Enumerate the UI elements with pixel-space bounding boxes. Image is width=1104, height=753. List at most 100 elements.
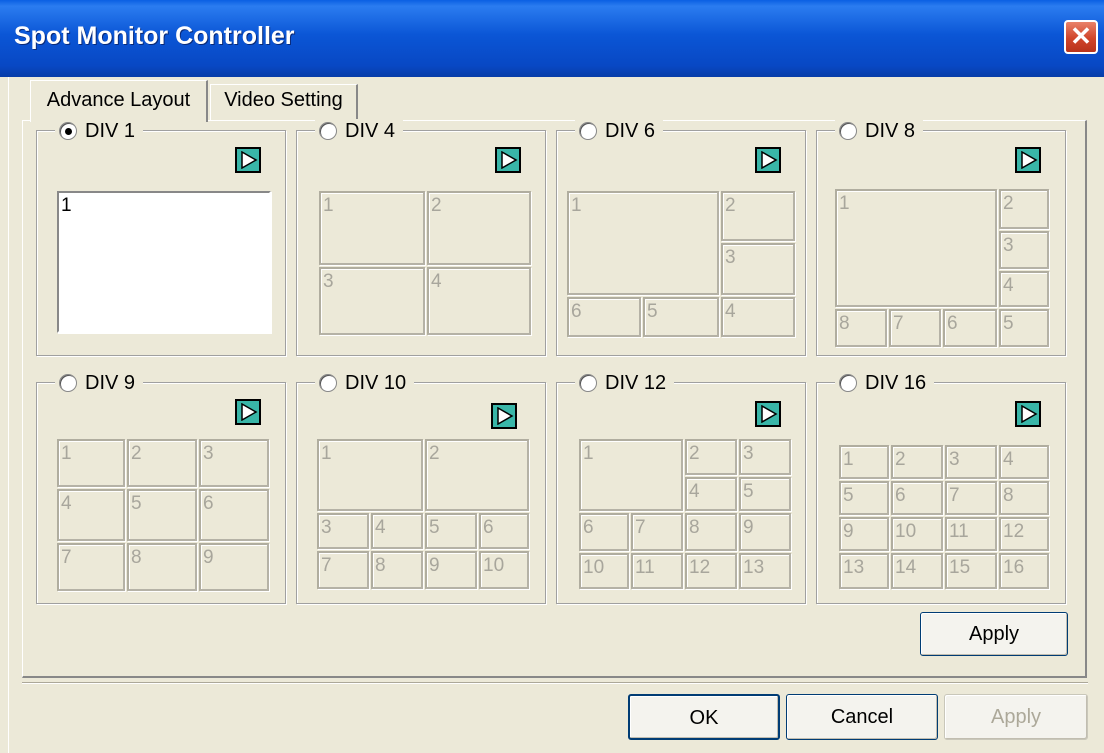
layout-cell: 12 (999, 517, 1049, 551)
layout-cell: 5 (127, 489, 197, 541)
layout-cell: 4 (427, 267, 531, 335)
title-bar[interactable]: Spot Monitor Controller ✕ (0, 0, 1104, 77)
dialog-window: Spot Monitor Controller ✕ Advance Layout… (0, 0, 1104, 753)
layout-cell: 6 (199, 489, 269, 541)
layout-cell: 5 (739, 477, 791, 511)
layout-cell: 3 (319, 267, 425, 335)
layout-cell: 8 (685, 513, 737, 551)
layout-label: DIV 4 (345, 119, 396, 142)
layout-cell: 2 (427, 191, 531, 265)
layout-cell: 6 (479, 513, 529, 549)
play-button-div6[interactable] (755, 147, 781, 173)
play-icon (497, 407, 514, 425)
layout-label: DIV 10 (345, 371, 407, 394)
layout-cell: 9 (425, 551, 477, 589)
close-icon: ✕ (1070, 21, 1092, 51)
layout-cell: 5 (425, 513, 477, 549)
layout-option-div16[interactable]: DIV 16 (835, 371, 935, 395)
layout-cell: 5 (839, 481, 889, 515)
play-button-div16[interactable] (1015, 401, 1041, 427)
tab-apply-button[interactable]: Apply (920, 612, 1068, 656)
layout-cell: 2 (685, 439, 737, 475)
layout-cell: 4 (371, 513, 423, 549)
layout-cell: 9 (199, 543, 269, 591)
layout-cell: 3 (999, 231, 1049, 269)
layout-group-div10: DIV 10 1 2 3 4 5 6 7 8 9 10 (296, 371, 546, 604)
layout-cell: 6 (943, 309, 997, 347)
layout-cell: 7 (317, 551, 369, 589)
layout-cell: 4 (721, 297, 795, 337)
radio-div10[interactable] (319, 374, 337, 392)
layout-option-div6[interactable]: DIV 6 (575, 119, 664, 143)
layout-cell: 6 (891, 481, 943, 515)
layout-option-div4[interactable]: DIV 4 (315, 119, 404, 143)
layout-cell: 1 (839, 445, 889, 479)
radio-div8[interactable] (839, 122, 857, 140)
tab-advance-layout[interactable]: Advance Layout (30, 80, 208, 122)
play-button-div1[interactable] (235, 147, 261, 173)
layout-cell: 7 (631, 513, 683, 551)
layout-label: DIV 9 (85, 371, 136, 394)
radio-div16[interactable] (839, 374, 857, 392)
layout-cell: 8 (127, 543, 197, 591)
layout-label: DIV 16 (865, 371, 927, 394)
window-title: Spot Monitor Controller (14, 22, 295, 50)
radio-div4[interactable] (319, 122, 337, 140)
layout-cell: 3 (199, 439, 269, 487)
play-icon (241, 403, 258, 421)
layout-cell: 1 (57, 439, 125, 487)
radio-div6[interactable] (579, 122, 597, 140)
layout-cell: 12 (685, 553, 737, 589)
play-icon (1021, 151, 1038, 169)
layout-cell: 10 (479, 551, 529, 589)
layout-cell: 11 (945, 517, 997, 551)
layout-cell: 4 (685, 477, 737, 511)
layout-cell: 1 (567, 191, 719, 295)
radio-div1[interactable] (59, 122, 77, 140)
layout-group-div12: DIV 12 1 2 3 4 5 6 7 8 9 10 11 12 13 (556, 371, 806, 604)
play-button-div9[interactable] (235, 399, 261, 425)
radio-div12[interactable] (579, 374, 597, 392)
footer-separator (22, 682, 1088, 684)
close-button[interactable]: ✕ (1064, 20, 1098, 54)
layout-group-div9: DIV 9 1 2 3 4 5 6 7 8 9 (36, 371, 286, 604)
layout-cell: 2 (425, 439, 529, 511)
play-button-div8[interactable] (1015, 147, 1041, 173)
layout-cell: 1 (835, 189, 997, 307)
layout-label: DIV 6 (605, 119, 656, 142)
layout-cell: 4 (999, 445, 1049, 479)
radio-div9[interactable] (59, 374, 77, 392)
layout-cell: 14 (891, 553, 943, 589)
layout-option-div8[interactable]: DIV 8 (835, 119, 924, 143)
layout-cell: 2 (721, 191, 795, 241)
layout-cell: 1 (579, 439, 683, 511)
footer-apply-button[interactable]: Apply (944, 694, 1088, 740)
layout-cell: 5 (999, 309, 1049, 347)
layout-label: DIV 8 (865, 119, 916, 142)
layout-cell: 2 (891, 445, 943, 479)
layout-cell: 13 (739, 553, 791, 589)
layout-cell: 7 (889, 309, 941, 347)
layout-group-div8: DIV 8 1 2 3 4 5 6 7 8 (816, 119, 1066, 356)
layout-cell: 3 (945, 445, 997, 479)
play-button-div10[interactable] (491, 403, 517, 429)
layout-cell: 10 (891, 517, 943, 551)
layout-option-div1[interactable]: DIV 1 (55, 119, 144, 143)
play-icon (241, 151, 258, 169)
ok-button[interactable]: OK (628, 694, 780, 740)
layout-option-div10[interactable]: DIV 10 (315, 371, 415, 395)
layout-cell: 2 (999, 189, 1049, 229)
layout-cell: 9 (739, 513, 791, 551)
layout-cell: 4 (57, 489, 125, 541)
layout-cell[interactable]: 1 (57, 191, 271, 333)
layout-option-div9[interactable]: DIV 9 (55, 371, 144, 395)
play-button-div12[interactable] (755, 401, 781, 427)
layout-option-div12[interactable]: DIV 12 (575, 371, 675, 395)
play-button-div4[interactable] (495, 147, 521, 173)
layout-cell: 13 (839, 553, 889, 589)
layout-cell: 3 (317, 513, 369, 549)
layout-cell: 3 (721, 243, 795, 295)
layout-cell: 4 (999, 271, 1049, 307)
cancel-button[interactable]: Cancel (786, 694, 938, 740)
tab-video-setting[interactable]: Video Setting (210, 84, 358, 120)
